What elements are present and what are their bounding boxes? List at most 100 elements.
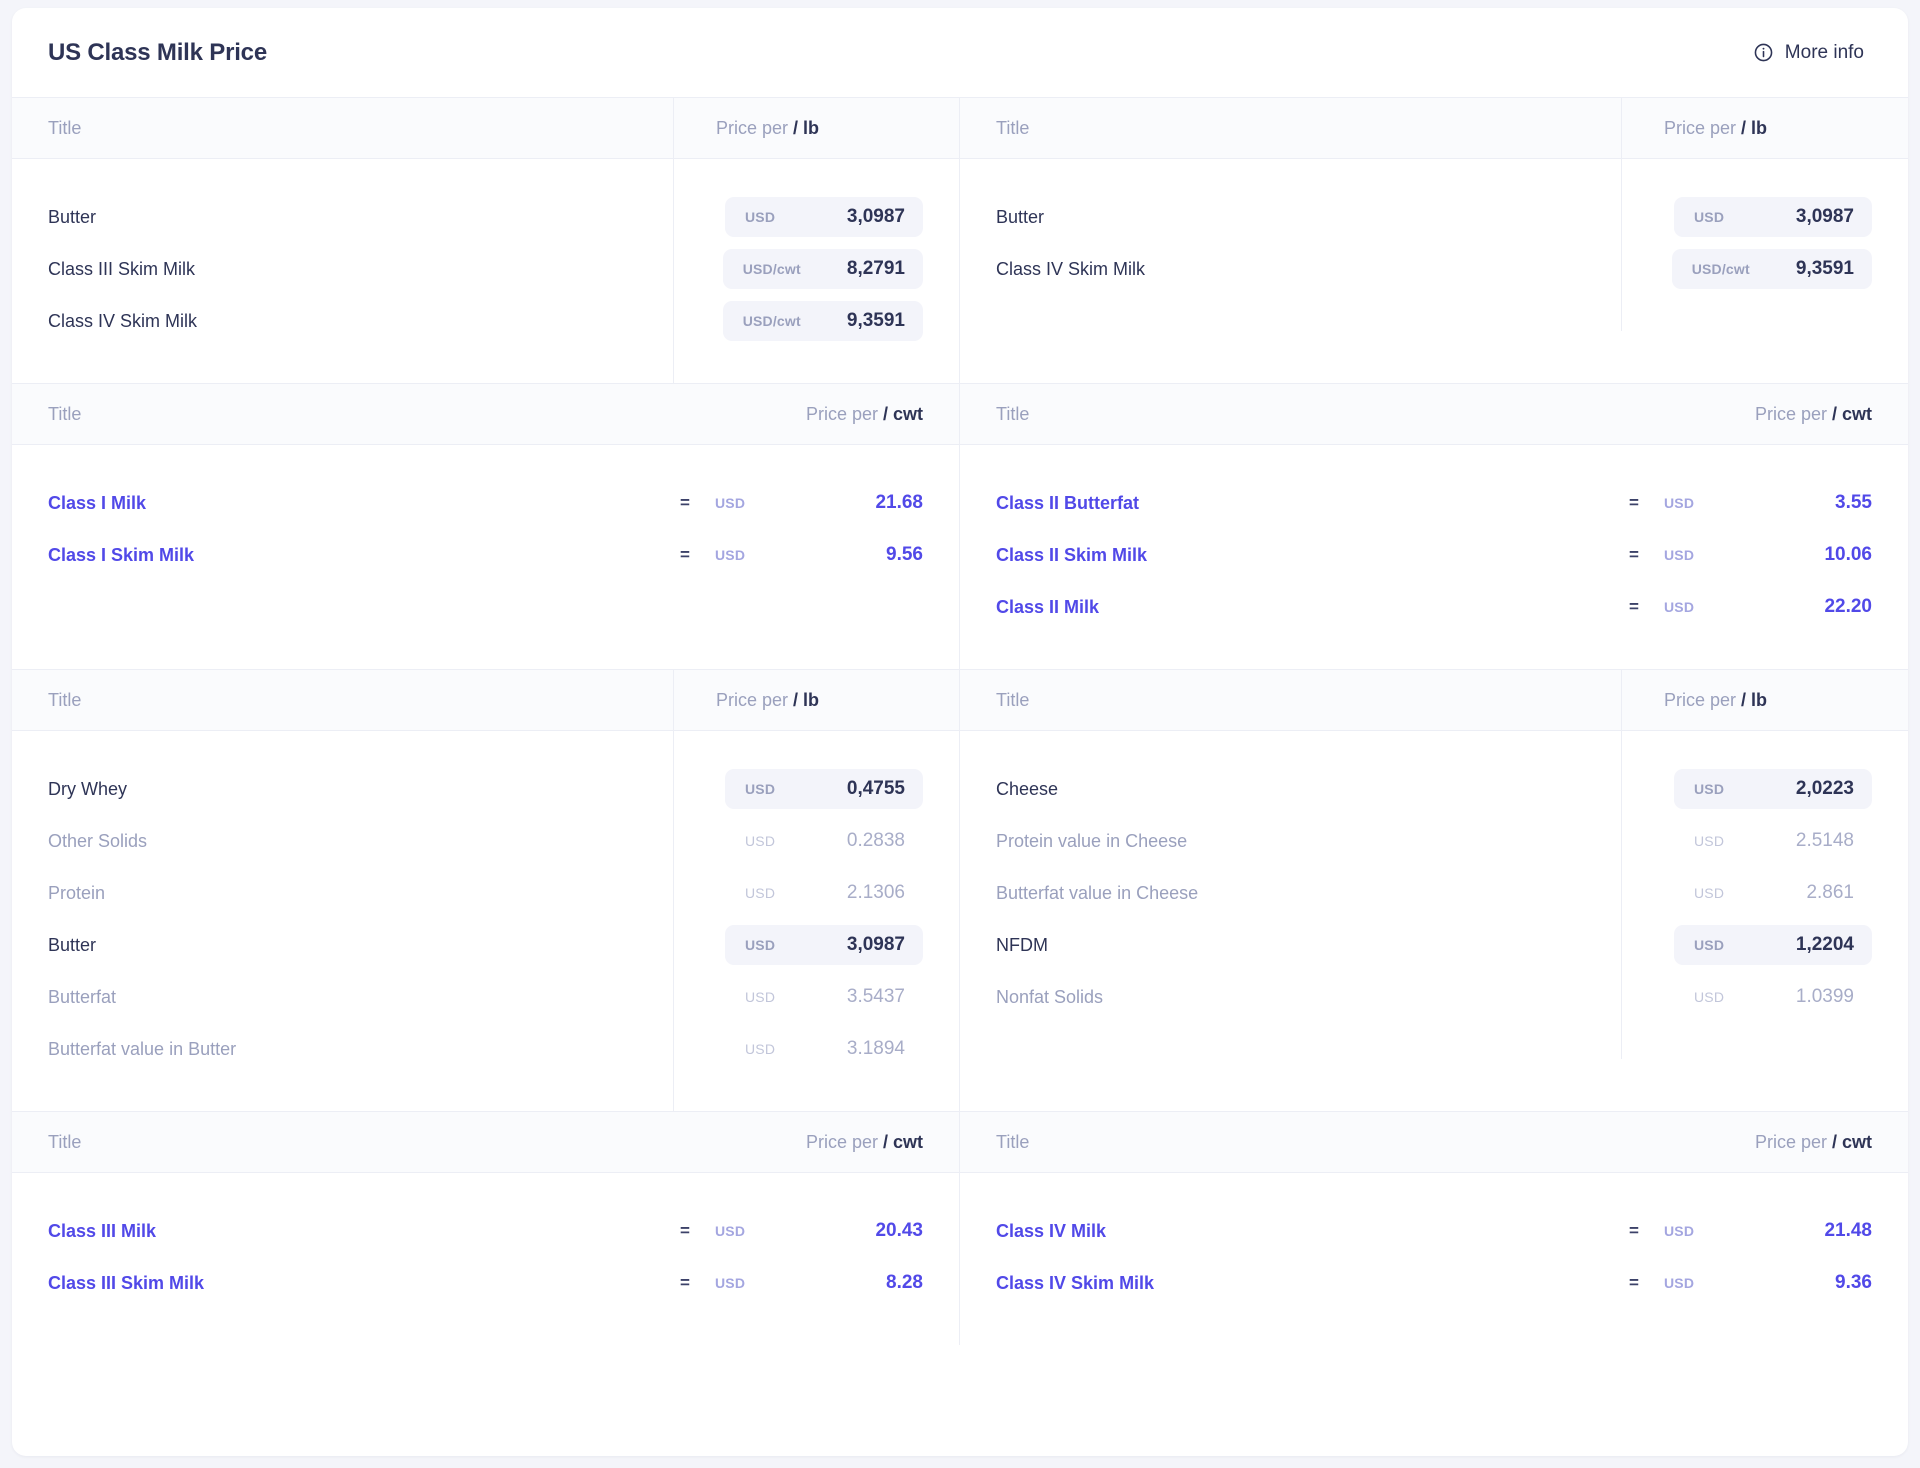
row-price: USD 3,0987 — [1664, 191, 1872, 243]
row-title: NFDM — [996, 919, 1621, 971]
section-body: Dry Whey Other Solids Protein Butter Butterf… — [12, 731, 959, 1111]
row-price: USD/cwt 9,3591 — [716, 295, 923, 347]
row-link[interactable]: Class II Milk — [996, 597, 1604, 618]
row-price: USD 2.861 — [1664, 867, 1872, 919]
equals-sign: = — [680, 493, 690, 512]
row-title: Butter — [996, 191, 1621, 243]
currency-label: USD — [745, 885, 776, 901]
equals-sign: = — [680, 1273, 690, 1292]
currency-label: USD — [745, 1041, 776, 1057]
price-value: 10.06 — [1824, 544, 1872, 565]
row-price: USD 2.1306 — [716, 867, 923, 919]
row-link[interactable]: Class II Skim Milk — [996, 545, 1604, 566]
row-title: Butterfat value in Cheese — [996, 867, 1621, 919]
price-value: 2.1306 — [846, 882, 905, 903]
price-value: 2.861 — [1806, 882, 1854, 903]
card-header: US Class Milk Price More info — [12, 8, 1908, 97]
price-badge: USD 3.5437 — [725, 977, 923, 1017]
price-badge: USD 3,0987 — [725, 197, 923, 237]
currency-label: USD — [745, 989, 776, 1005]
price-value: 3.1894 — [846, 1038, 905, 1059]
price-value: 9.56 — [886, 544, 923, 565]
row-link[interactable]: Class II Butterfat — [996, 493, 1604, 514]
section-1: Title Price per / lb Butter Class III Skim … — [12, 97, 1908, 383]
row-price: USD 2,0223 — [1664, 763, 1872, 815]
column-header-title: Title — [996, 1131, 1030, 1152]
section-3: Title Price per / lb Dry Whey Other Solids P… — [12, 669, 1908, 1111]
row-title: Protein — [48, 867, 673, 919]
price-badge: USD 3,0987 — [725, 925, 923, 965]
price-badge: USD/cwt 9,3591 — [722, 301, 923, 341]
us-class-milk-price-card: US Class Milk Price More info Title Price… — [12, 8, 1908, 1456]
equals-sign: = — [1629, 597, 1639, 616]
row-price: USD 3.5437 — [716, 971, 923, 1023]
section-body: Butter Class IV Skim Milk USD 3,0987 USD/cwt… — [960, 159, 1908, 331]
equals-sign: = — [1629, 545, 1639, 564]
equals-sign: = — [680, 545, 690, 564]
section-half-left: Title Price per / lb Dry Whey Other Solids P… — [12, 669, 960, 1111]
currency-label: USD — [745, 833, 776, 849]
row-title-label: Butter — [48, 206, 97, 227]
table-row: Class IV Skim Milk = USD 9.36 — [996, 1257, 1872, 1309]
row-title: Butterfat value in Butter — [48, 1023, 673, 1075]
row-link[interactable]: Class IV Skim Milk — [996, 1273, 1604, 1294]
section-header-row: Title Price per / lb — [960, 669, 1908, 731]
row-price: USD 3,0987 — [716, 191, 923, 243]
more-info-label: More info — [1784, 41, 1864, 63]
section-header-row: Title Price per / lb — [12, 97, 959, 159]
section-half-right: Title Price per / lb Butter Class IV Skim M… — [960, 97, 1908, 383]
column-header-price: Price per / cwt — [1754, 403, 1872, 424]
table-row: Class III Milk = USD 20.43 — [48, 1205, 923, 1257]
section-4: Title Price per / cwt Class III Milk = USD 20… — [12, 1111, 1908, 1345]
table-row: Class III Skim Milk = USD 8.28 — [48, 1257, 923, 1309]
more-info-button[interactable]: More info — [1753, 42, 1872, 64]
section-header-row: Title Price per / cwt — [12, 384, 959, 445]
price-value: 22.20 — [1824, 596, 1872, 617]
row-price: USD 1,2204 — [1664, 919, 1872, 971]
column-header-title: Title — [48, 1131, 82, 1152]
table-row: Class II Skim Milk = USD 10.06 — [996, 529, 1872, 581]
row-title: Nonfat Solids — [996, 971, 1621, 1023]
currency-label: USD — [1694, 781, 1725, 797]
price-badge: USD 1.0399 — [1674, 977, 1872, 1017]
row-price: USD/cwt 8,2791 — [716, 243, 923, 295]
row-title-label: Dry Whey — [48, 778, 128, 799]
row-title-label: Butter — [48, 934, 97, 955]
price-badge: USD 1,2204 — [1674, 925, 1872, 965]
currency-label: USD — [1664, 495, 1695, 511]
row-link[interactable]: Class IV Milk — [996, 1221, 1604, 1242]
info-circle-icon — [1753, 42, 1774, 63]
price-value: 8,2791 — [846, 258, 905, 279]
price-value: 2,0223 — [1795, 778, 1854, 799]
column-header-title: Title — [48, 117, 82, 138]
price-badge: USD 3.1894 — [725, 1029, 923, 1069]
row-link[interactable]: Class I Skim Milk — [48, 545, 655, 566]
price-value: 8.28 — [886, 1272, 923, 1293]
row-link[interactable]: Class I Milk — [48, 493, 655, 514]
row-price: USD/cwt 9,3591 — [1664, 243, 1872, 295]
row-title-label: Other Solids — [48, 830, 148, 851]
row-title: Class IV Skim Milk — [996, 243, 1621, 295]
section-body: Butter Class III Skim Milk Class IV Skim M… — [12, 159, 959, 383]
price-badge: USD 2.1306 — [725, 873, 923, 913]
row-title-label: Class IV Skim Milk — [48, 310, 198, 331]
currency-label: USD — [1694, 937, 1725, 953]
price-value: 3,0987 — [846, 206, 905, 227]
price-value: 1.0399 — [1795, 986, 1854, 1007]
row-price: USD 0.2838 — [716, 815, 923, 867]
column-header-title: Title — [48, 689, 82, 710]
section-header-row: Title Price per / cwt — [960, 384, 1908, 445]
price-badge: USD 2.5148 — [1674, 821, 1872, 861]
price-badge: USD 0,4755 — [725, 769, 923, 809]
price-value: 3,0987 — [846, 934, 905, 955]
section-2: Title Price per / cwt Class I Milk = USD 21.6… — [12, 383, 1908, 669]
column-header-price: Price per / lb — [716, 689, 820, 710]
equals-sign: = — [1629, 1221, 1639, 1240]
currency-label: USD — [715, 547, 746, 563]
row-link[interactable]: Class III Skim Milk — [48, 1273, 655, 1294]
row-link[interactable]: Class III Milk — [48, 1221, 655, 1242]
sections-container: Title Price per / lb Butter Class III Skim … — [12, 97, 1908, 1345]
row-title-label: Butterfat value in Cheese — [996, 882, 1199, 903]
price-value: 21.48 — [1824, 1220, 1872, 1241]
section-half-right: Title Price per / cwt Class IV Milk = USD 21.… — [960, 1112, 1908, 1345]
